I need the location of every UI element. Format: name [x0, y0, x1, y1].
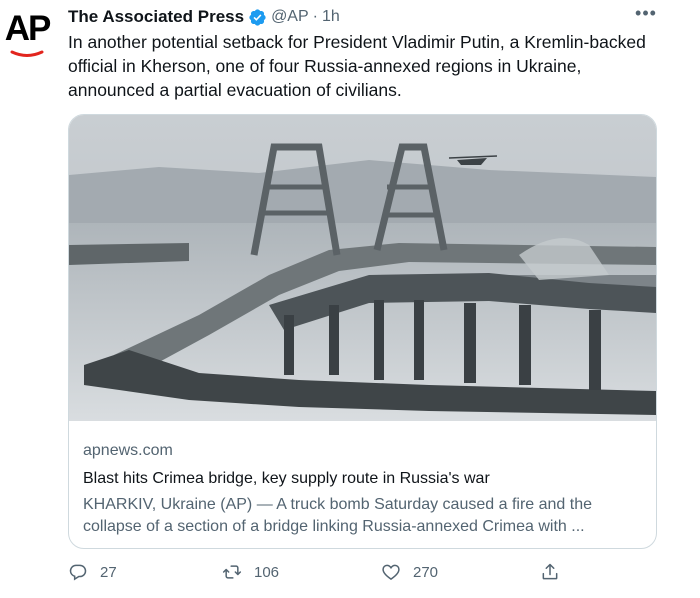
card-domain: apnews.com [83, 442, 173, 459]
tweet-text: In another potential setback for Preside… [68, 32, 646, 100]
like-icon [382, 564, 400, 580]
tweet-header: The Associated Press @AP · 1h [68, 6, 660, 28]
more-icon[interactable]: ••• [635, 3, 656, 23]
timestamp[interactable]: 1h [322, 8, 340, 26]
reply-icon [69, 564, 87, 581]
avatar-swoosh-icon [10, 50, 44, 57]
share-button[interactable] [540, 562, 560, 582]
link-card[interactable]: apnews.com Blast hits Crimea bridge, key… [68, 114, 657, 549]
author-handle[interactable]: @AP [271, 8, 309, 26]
verified-badge-icon [249, 8, 266, 26]
like-button[interactable]: 270 [381, 562, 438, 582]
avatar-logo-text: AP [4, 9, 52, 48]
card-title[interactable]: Blast hits Crimea bridge, key supply rou… [83, 468, 642, 490]
separator-dot: · [312, 8, 318, 25]
tweet[interactable]: AP The Associated Press @AP · 1h ••• In … [0, 0, 700, 598]
like-count: 270 [413, 563, 439, 581]
share-icon [542, 563, 558, 580]
reply-count: 27 [100, 563, 117, 581]
author-name[interactable]: The Associated Press [68, 7, 244, 27]
card-image[interactable] [69, 115, 656, 421]
card-meta: apnews.com Blast hits Crimea bridge, key… [83, 441, 642, 538]
retweet-icon [222, 565, 242, 579]
avatar[interactable]: AP [2, 8, 52, 64]
card-description: KHARKIV, Ukraine (AP) — A truck bomb Sat… [83, 496, 592, 535]
tweet-actions: 27 106 270 [68, 562, 628, 588]
reply-button[interactable]: 27 [68, 562, 117, 582]
retweet-button[interactable]: 106 [222, 562, 279, 582]
retweet-count: 106 [254, 563, 280, 581]
